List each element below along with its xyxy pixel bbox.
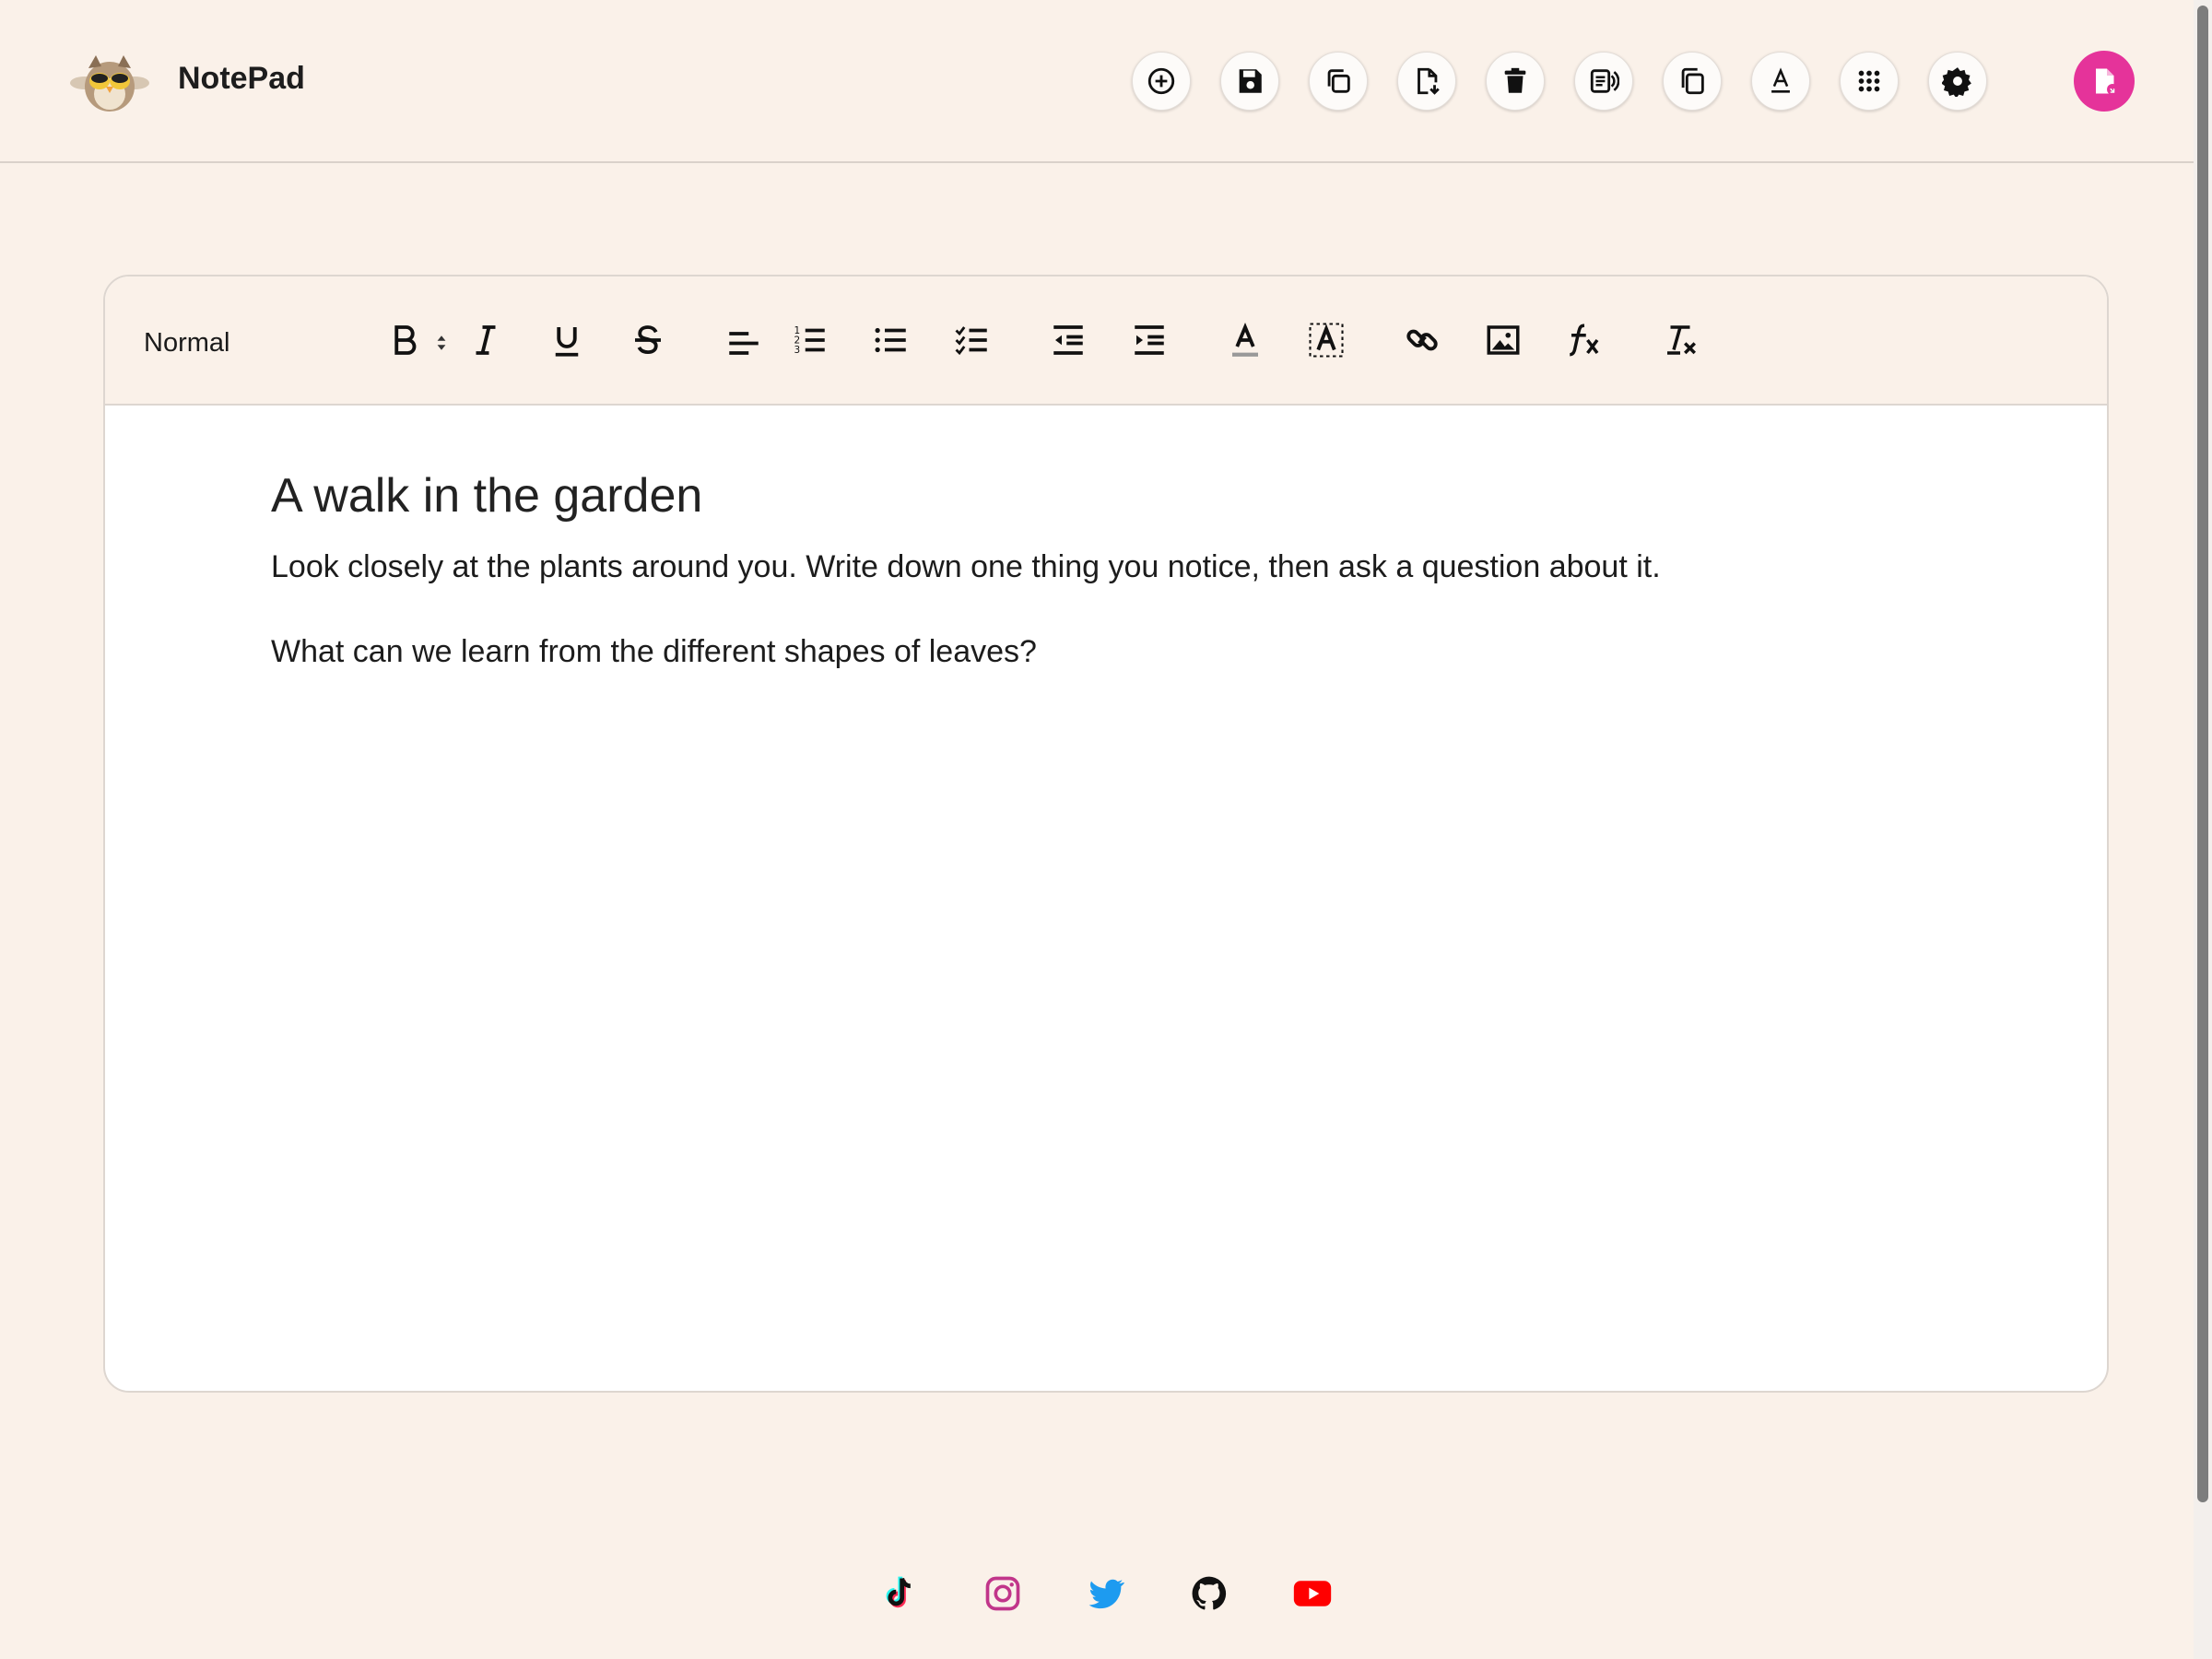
copy-icon: [1327, 69, 1350, 93]
strikethrough-button[interactable]: [625, 317, 671, 363]
indent-icon: [1135, 325, 1164, 355]
image-button[interactable]: [1480, 317, 1526, 363]
youtube-link[interactable]: [1290, 1571, 1335, 1616]
gear-icon: [1942, 67, 1971, 97]
tiktok-icon: [886, 1576, 912, 1608]
formula-button[interactable]: [1561, 317, 1607, 363]
text-color-button[interactable]: [1222, 317, 1268, 363]
ordered-list-icon: 123: [794, 325, 825, 356]
highlight-button[interactable]: [1303, 317, 1349, 363]
outdent-icon: [1053, 325, 1083, 355]
grid-dots-icon: [1858, 70, 1880, 92]
scrollbar-thumb[interactable]: [2197, 6, 2208, 1502]
profile-button[interactable]: [2074, 51, 2135, 112]
copy-button[interactable]: [1309, 52, 1368, 111]
github-icon: [1192, 1576, 1227, 1610]
clear-format-icon: [1667, 325, 1696, 355]
app-title: NotePad: [178, 61, 305, 96]
owl-logo-icon: [68, 48, 151, 114]
floppy-disk-icon: [1239, 69, 1262, 93]
document-badge-icon: [2096, 68, 2118, 95]
trash-icon: [1504, 67, 1526, 93]
indent-button[interactable]: [1126, 317, 1172, 363]
check-list-button[interactable]: [949, 317, 995, 363]
duplicate-button[interactable]: [1663, 52, 1722, 111]
settings-button[interactable]: [1928, 52, 1987, 111]
italic-button[interactable]: [463, 317, 509, 363]
github-link[interactable]: [1187, 1571, 1231, 1616]
file-download-icon: [1418, 67, 1440, 95]
apps-button[interactable]: [1840, 52, 1899, 111]
bold-icon: [394, 325, 417, 355]
youtube-icon: [1293, 1581, 1332, 1606]
image-icon: [1487, 325, 1520, 355]
highlight-icon: [1309, 323, 1344, 358]
text-color-icon: [1232, 322, 1258, 357]
align-left-icon: [729, 332, 759, 355]
twitter-link[interactable]: [1084, 1571, 1128, 1616]
italic-icon: [476, 325, 496, 355]
app-header: NotePad: [0, 0, 2194, 163]
select-arrows-icon: [437, 335, 446, 350]
link-button[interactable]: [1399, 317, 1445, 363]
link-icon: [1406, 329, 1438, 351]
outdent-button[interactable]: [1045, 317, 1091, 363]
instagram-link[interactable]: [981, 1571, 1025, 1616]
bullet-list-button[interactable]: [868, 317, 914, 363]
svg-text:3: 3: [794, 345, 801, 356]
delete-button[interactable]: [1486, 52, 1545, 111]
speaker-document-icon: [1590, 69, 1619, 93]
page-scrollbar[interactable]: [2194, 0, 2212, 1659]
ordered-list-button[interactable]: 123: [787, 317, 833, 363]
clear-format-button[interactable]: [1657, 317, 1703, 363]
bullet-list-icon: [875, 327, 906, 353]
font-button[interactable]: [1751, 52, 1810, 111]
document-title[interactable]: A walk in the garden: [271, 468, 702, 524]
align-left-button[interactable]: [721, 317, 767, 363]
read-aloud-button[interactable]: [1574, 52, 1633, 111]
format-select-value: Normal: [144, 327, 230, 358]
download-button[interactable]: [1397, 52, 1456, 111]
save-button[interactable]: [1220, 52, 1279, 111]
underline-button[interactable]: [544, 317, 590, 363]
instagram-icon: [985, 1576, 1020, 1611]
underline-icon: [555, 327, 579, 357]
formula-icon: [1570, 324, 1599, 357]
new-note-button[interactable]: [1132, 52, 1191, 111]
font-icon: [1771, 67, 1790, 93]
twitter-icon: [1088, 1579, 1125, 1609]
check-list-icon: [955, 326, 987, 356]
plus-circle-icon: [1147, 67, 1175, 95]
formatting-toolbar: Normal 123: [105, 276, 2107, 406]
document-paragraph[interactable]: Look closely at the plants around you. W…: [271, 549, 1661, 585]
editor-container: Normal 123: [103, 275, 2109, 1393]
bold-button[interactable]: [382, 317, 428, 363]
duplicate-icon: [1681, 67, 1704, 95]
strikethrough-icon: [635, 325, 661, 355]
document-paragraph[interactable]: What can we learn from the different sha…: [271, 634, 1037, 670]
tiktok-link[interactable]: [877, 1571, 921, 1616]
